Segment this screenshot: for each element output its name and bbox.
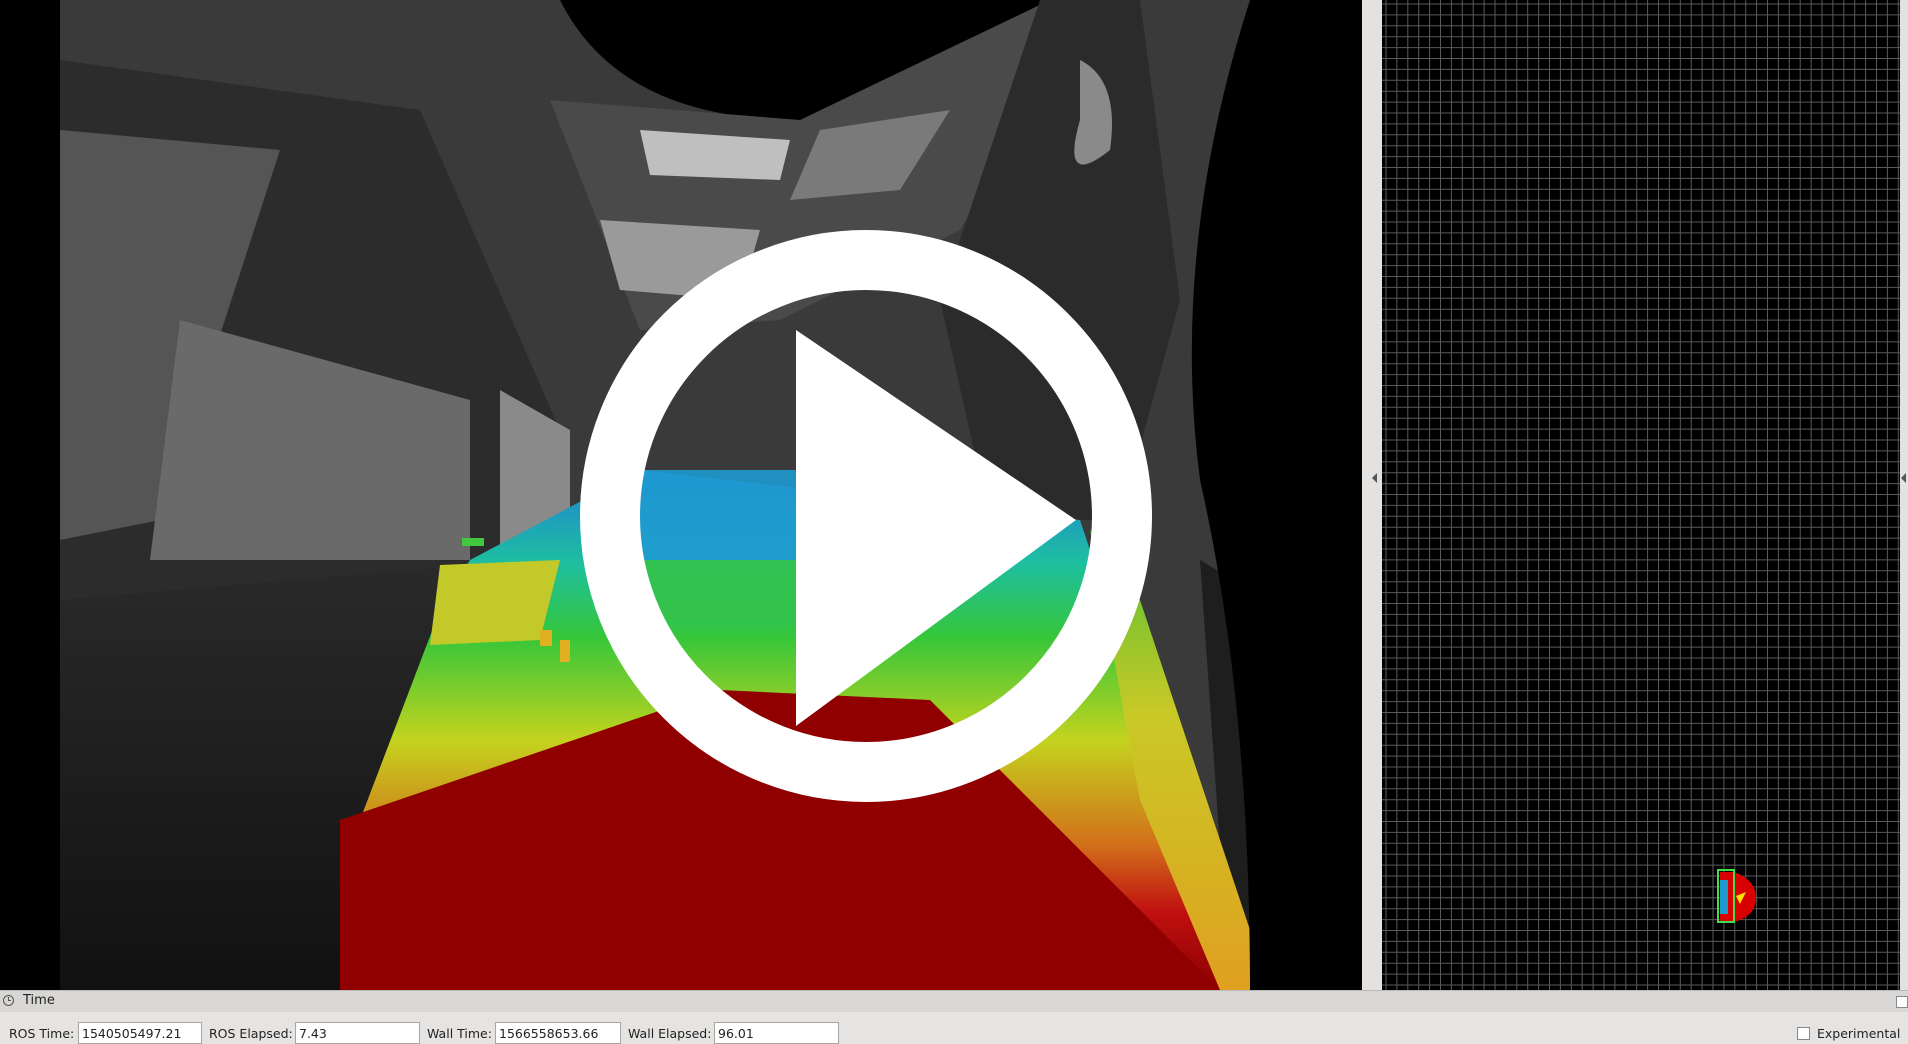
ros-elapsed-label: ROS Elapsed: (209, 1026, 293, 1041)
grid-map-view[interactable] (1382, 0, 1900, 990)
ros-elapsed-field[interactable]: 7.43 (295, 1022, 420, 1044)
clock-icon (3, 995, 14, 1006)
wall-elapsed-label: Wall Elapsed: (628, 1026, 712, 1041)
time-panel-title: Time (23, 993, 55, 1008)
time-panel: ROS Time: 1540505497.21 ROS Elapsed: 7.4… (0, 1012, 1908, 1044)
wall-time-label: Wall Time: (427, 1026, 492, 1041)
camera-image-view[interactable] (0, 0, 1362, 990)
ros-time-field[interactable]: 1540505497.21 (78, 1022, 202, 1044)
right-panel-splitter[interactable] (1900, 0, 1908, 990)
collapse-arrow-icon[interactable] (1372, 473, 1377, 483)
play-icon[interactable] (580, 230, 1152, 802)
experimental-label: Experimental (1817, 1026, 1901, 1041)
experimental-checkbox[interactable] (1797, 1027, 1810, 1040)
time-panel-header: Time (0, 990, 1908, 1012)
collapse-arrow-icon[interactable] (1901, 473, 1906, 483)
robot-marker (1717, 869, 1756, 923)
ros-time-label: ROS Time: (9, 1026, 75, 1041)
panel-float-button[interactable] (1896, 996, 1908, 1008)
wall-time-field[interactable]: 1566558653.66 (495, 1022, 621, 1044)
wall-elapsed-field[interactable]: 96.01 (714, 1022, 839, 1044)
panel-splitter[interactable] (1362, 0, 1382, 990)
